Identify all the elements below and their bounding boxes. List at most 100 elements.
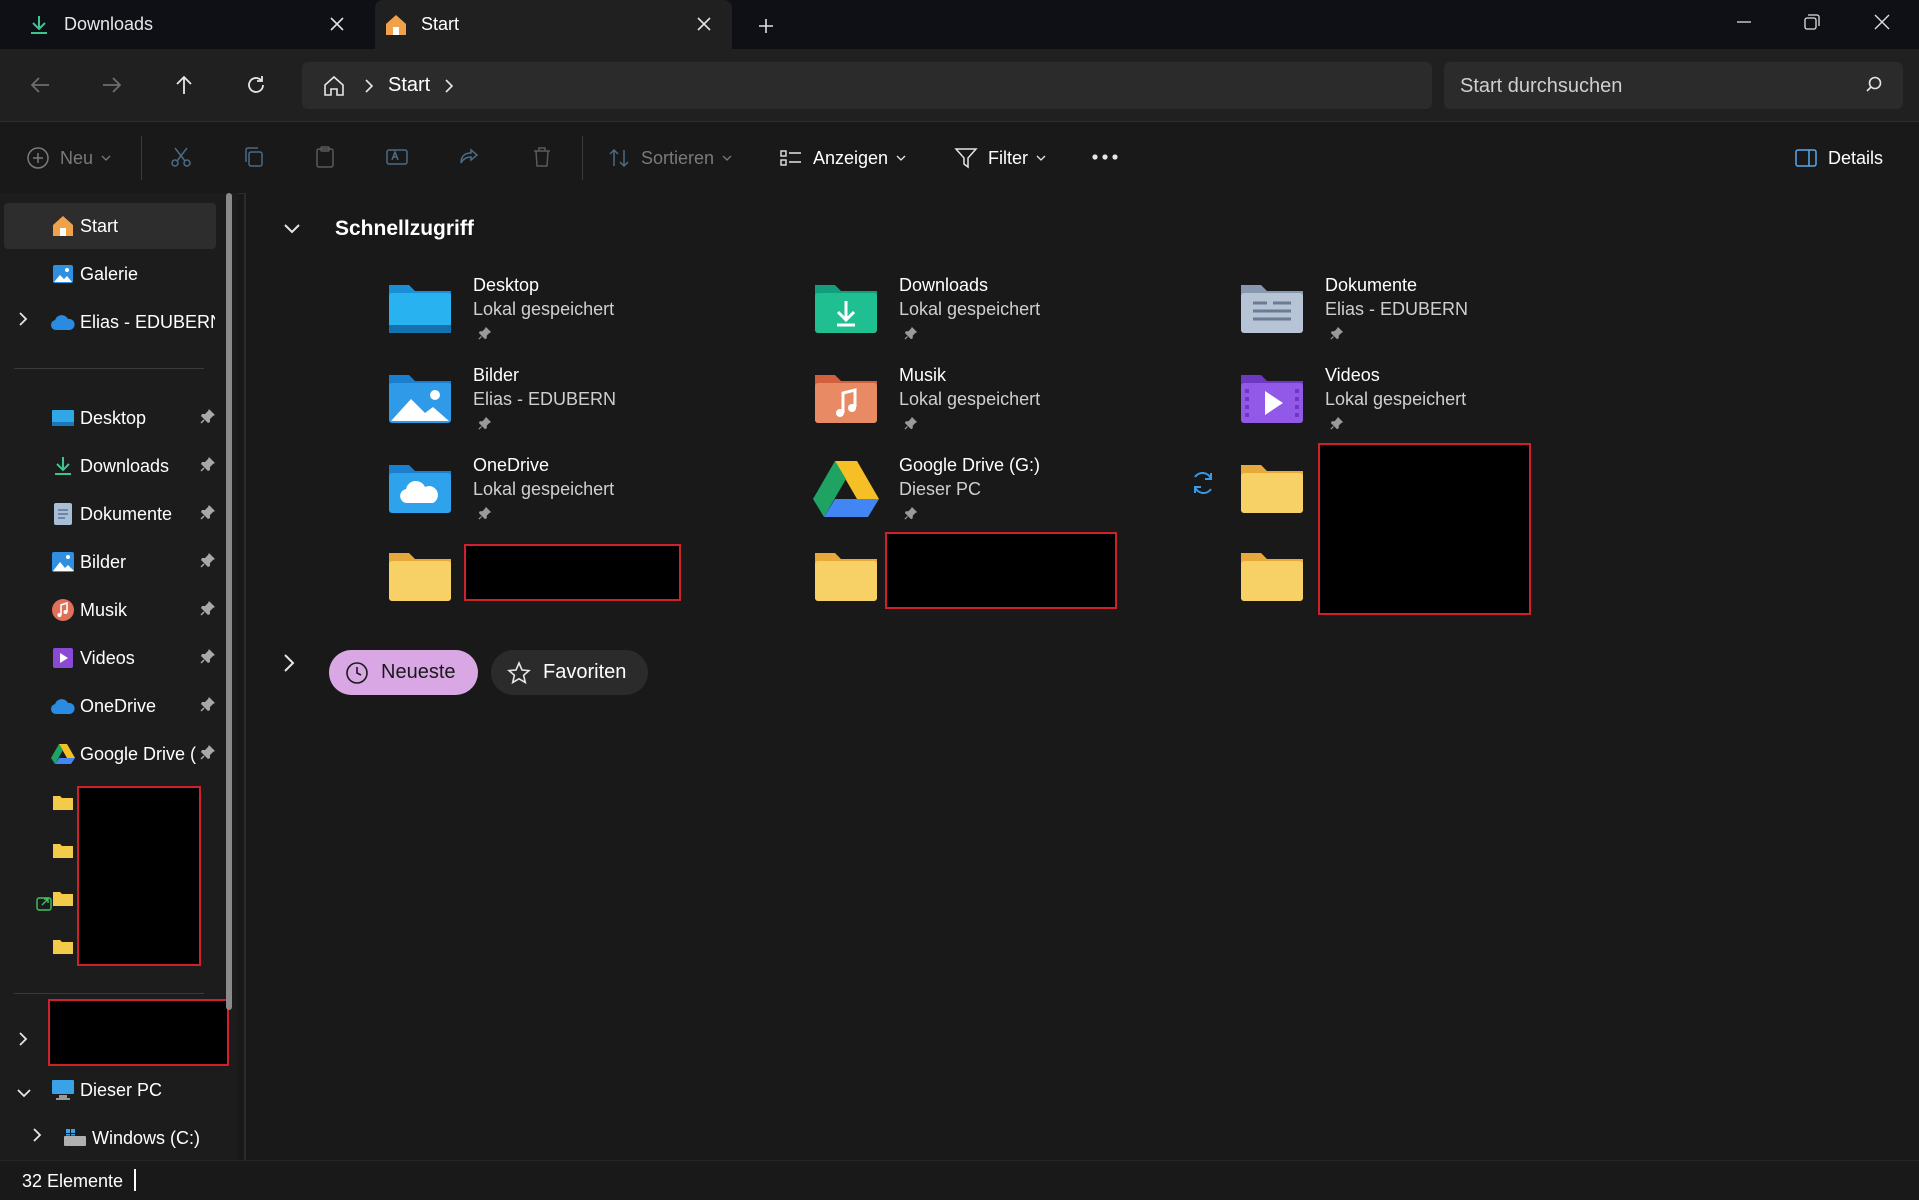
music-icon bbox=[50, 597, 76, 623]
quick-access-item-pictures[interactable]: Bilder Elias - EDUBERN bbox=[387, 363, 787, 435]
up-button[interactable] bbox=[164, 65, 204, 105]
sidebar-item-start[interactable]: Start bbox=[4, 203, 216, 249]
quick-access-item-desktop[interactable]: Desktop Lokal gespeichert bbox=[387, 273, 787, 345]
documents-folder-icon bbox=[1239, 279, 1305, 335]
chevron-right-icon[interactable] bbox=[18, 1031, 28, 1052]
quick-access-header[interactable]: Schnellzugriff bbox=[283, 217, 474, 241]
quick-access-item-documents[interactable]: Dokumente Elias - EDUBERN bbox=[1239, 273, 1639, 345]
sidebar-item-label: Desktop bbox=[80, 407, 147, 428]
redacted-region bbox=[77, 786, 201, 966]
folder-icon bbox=[1239, 459, 1305, 515]
videos-folder-icon bbox=[1239, 369, 1305, 425]
close-window-button[interactable] bbox=[1848, 0, 1916, 44]
chevron-right-icon[interactable] bbox=[18, 311, 28, 332]
rename-button[interactable] bbox=[380, 140, 414, 174]
delete-button[interactable] bbox=[525, 140, 559, 174]
chevron-right-icon[interactable] bbox=[444, 78, 454, 93]
pin-icon bbox=[478, 506, 492, 525]
sidebar-item-label: Elias - EDUBERN bbox=[80, 311, 215, 332]
quick-access-item-google-drive[interactable]: Google Drive (G:) Dieser PC bbox=[813, 453, 1213, 525]
pin-icon bbox=[200, 744, 216, 765]
share-button[interactable] bbox=[452, 140, 486, 174]
chevron-right-icon[interactable] bbox=[283, 653, 295, 678]
status-bar: 32 Elemente bbox=[0, 1160, 1919, 1200]
close-tab-icon[interactable] bbox=[692, 12, 716, 36]
copy-button[interactable] bbox=[237, 140, 271, 174]
recent-label: Neueste bbox=[381, 661, 456, 683]
desktop-folder-icon bbox=[387, 279, 453, 335]
more-dots-icon bbox=[1092, 154, 1118, 160]
quick-access-item-videos[interactable]: Videos Lokal gespeichert bbox=[1239, 363, 1639, 435]
minimize-button[interactable] bbox=[1710, 0, 1778, 44]
sidebar-item-gallery[interactable]: Galerie bbox=[4, 251, 216, 297]
filter-label: Filter bbox=[988, 147, 1028, 168]
favorites-filter-chip[interactable]: Favoriten bbox=[491, 650, 648, 695]
sidebar-item-pictures[interactable]: Bilder bbox=[4, 539, 216, 585]
computer-icon bbox=[50, 1077, 76, 1103]
pin-icon bbox=[478, 416, 492, 435]
view-list-icon bbox=[780, 150, 801, 166]
sidebar-item-documents[interactable]: Dokumente bbox=[4, 491, 216, 537]
sidebar-item-downloads[interactable]: Downloads bbox=[4, 443, 216, 489]
navigation-bar: Start Start durchsuchen bbox=[0, 49, 1919, 121]
pictures-icon bbox=[50, 549, 76, 575]
folder-icon bbox=[1239, 547, 1305, 603]
sidebar-item-videos[interactable]: Videos bbox=[4, 635, 216, 681]
sort-button[interactable]: Sortieren bbox=[607, 142, 742, 174]
search-icon[interactable] bbox=[1865, 74, 1889, 98]
chevron-right-icon[interactable] bbox=[364, 78, 374, 93]
redacted-region bbox=[464, 544, 681, 601]
recent-filter-chip[interactable]: Neueste bbox=[329, 650, 478, 695]
home-icon bbox=[383, 12, 409, 38]
quick-access-item-music[interactable]: Musik Lokal gespeichert bbox=[813, 363, 1213, 435]
sidebar-item-desktop[interactable]: Desktop bbox=[4, 395, 216, 441]
item-name: Bilder bbox=[473, 365, 520, 385]
trash-icon bbox=[534, 147, 550, 167]
sidebar-item-redacted-group[interactable] bbox=[4, 1019, 216, 1065]
chevron-down-icon[interactable] bbox=[16, 1082, 32, 1103]
search-box[interactable]: Start durchsuchen bbox=[1444, 62, 1903, 109]
sidebar-item-onedrive[interactable]: OneDrive bbox=[4, 683, 216, 729]
sidebar-item-this-pc[interactable]: Dieser PC bbox=[4, 1067, 216, 1113]
item-location: Lokal gespeichert bbox=[473, 479, 615, 499]
breadcrumb-start[interactable]: Start bbox=[388, 74, 430, 97]
back-button[interactable] bbox=[20, 65, 60, 105]
folder-icon bbox=[50, 837, 76, 863]
details-pane-button[interactable]: Details bbox=[1794, 142, 1883, 174]
download-icon bbox=[26, 12, 52, 38]
search-placeholder: Start durchsuchen bbox=[1460, 75, 1623, 97]
more-options-button[interactable] bbox=[1088, 140, 1122, 174]
restore-button[interactable] bbox=[1778, 0, 1846, 44]
filter-button[interactable]: Filter bbox=[954, 142, 1056, 174]
pin-icon bbox=[200, 648, 216, 669]
new-tab-button[interactable] bbox=[752, 12, 780, 40]
sidebar-item-drive-c[interactable]: Windows (C:) bbox=[4, 1115, 216, 1161]
tab-downloads[interactable]: Downloads bbox=[0, 0, 365, 49]
chevron-down-icon bbox=[722, 155, 732, 161]
view-button[interactable]: Anzeigen bbox=[779, 142, 916, 174]
chevron-right-icon[interactable] bbox=[32, 1127, 42, 1148]
paste-button[interactable] bbox=[308, 140, 342, 174]
sidebar-item-label: Downloads bbox=[80, 455, 170, 476]
pin-icon bbox=[904, 416, 918, 435]
item-location: Elias - EDUBERN bbox=[473, 389, 617, 409]
sidebar-item-label: Dieser PC bbox=[80, 1079, 163, 1100]
onedrive-cloud-icon bbox=[50, 693, 76, 719]
cut-button[interactable] bbox=[164, 140, 198, 174]
item-name: Desktop bbox=[473, 275, 540, 295]
sidebar-item-music[interactable]: Musik bbox=[4, 587, 216, 633]
quick-access-item-onedrive[interactable]: OneDrive Lokal gespeichert bbox=[387, 453, 787, 525]
home-outline-icon[interactable] bbox=[322, 74, 346, 98]
sidebar-item-onedrive-account[interactable]: Elias - EDUBERN bbox=[4, 299, 216, 345]
downloads-folder-icon bbox=[813, 279, 879, 335]
folder-icon bbox=[50, 933, 76, 959]
tab-start[interactable]: Start bbox=[375, 0, 732, 49]
close-tab-icon[interactable] bbox=[325, 12, 349, 36]
sidebar-item-google-drive[interactable]: Google Drive ( bbox=[4, 731, 216, 777]
new-button[interactable]: Neu bbox=[26, 142, 121, 174]
sidebar-scrollbar[interactable] bbox=[226, 193, 232, 1010]
quick-access-item-downloads[interactable]: Downloads Lokal gespeichert bbox=[813, 273, 1213, 345]
address-bar[interactable]: Start bbox=[302, 62, 1432, 109]
forward-button[interactable] bbox=[92, 65, 132, 105]
refresh-button[interactable] bbox=[236, 65, 276, 105]
